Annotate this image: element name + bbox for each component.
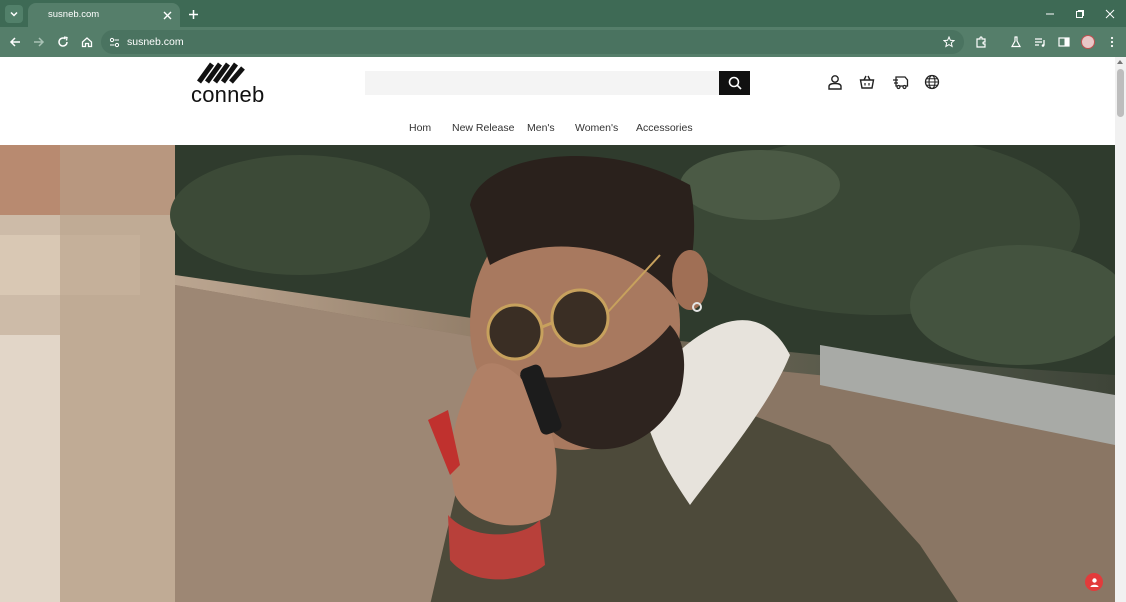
new-tab-button[interactable]	[185, 6, 201, 22]
tab-search-button[interactable]	[5, 5, 23, 23]
close-window-button[interactable]	[1102, 6, 1118, 22]
search-input[interactable]	[365, 71, 719, 95]
language-button[interactable]	[923, 73, 941, 91]
close-icon	[163, 11, 171, 19]
nav-item-womens[interactable]: Women's	[575, 122, 618, 134]
reload-button[interactable]	[55, 34, 71, 50]
globe-icon	[924, 74, 940, 90]
profile-avatar[interactable]	[1081, 35, 1095, 49]
flask-icon	[1010, 36, 1022, 48]
forward-button[interactable]	[31, 34, 47, 50]
nav-item-mens[interactable]: Men's	[527, 122, 555, 134]
cart-button[interactable]	[858, 73, 876, 91]
minimize-button[interactable]	[1042, 6, 1058, 22]
restore-icon	[1076, 10, 1084, 18]
labs-button[interactable]	[1008, 34, 1024, 50]
account-button[interactable]	[826, 73, 844, 91]
browser-tab[interactable]: susneb.com	[28, 3, 180, 27]
logo-mark-icon[interactable]	[197, 58, 251, 84]
side-panel-icon	[1058, 37, 1070, 47]
media-button[interactable]	[1032, 34, 1048, 50]
back-button[interactable]	[7, 34, 23, 50]
tab-title: susneb.com	[48, 9, 100, 20]
menu-button[interactable]	[1104, 34, 1120, 50]
nav-item-new-release[interactable]: New Release	[452, 122, 514, 134]
floating-help-button[interactable]	[1085, 573, 1103, 591]
site-settings-icon	[109, 37, 120, 48]
puzzle-icon	[976, 36, 986, 48]
hero-banner-image[interactable]	[0, 145, 1115, 602]
nav-item-home[interactable]: Hom	[409, 122, 431, 134]
tab-close-button[interactable]	[160, 8, 174, 22]
web-page: conneb Hom New Release Men's Women's Acc…	[0, 57, 1115, 602]
restore-button[interactable]	[1072, 6, 1088, 22]
search-icon	[728, 76, 742, 90]
more-vertical-icon	[1110, 36, 1114, 48]
reload-icon	[58, 36, 68, 47]
logo-text[interactable]: conneb	[191, 82, 264, 108]
chevron-down-icon	[10, 11, 18, 17]
main-navigation: Hom New Release Men's Women's Accessorie…	[0, 122, 1115, 136]
plus-icon	[188, 9, 198, 19]
hero-photo	[0, 145, 1115, 602]
scroll-up-arrow[interactable]	[1117, 60, 1123, 64]
arrow-right-icon	[34, 37, 45, 47]
extensions-button[interactable]	[973, 34, 989, 50]
close-icon	[1105, 9, 1115, 19]
browser-tab-strip: susneb.com	[0, 0, 1126, 27]
search-button[interactable]	[719, 71, 750, 95]
minimize-icon	[1046, 13, 1054, 15]
playlist-icon	[1035, 38, 1045, 47]
page-scrollbar[interactable]	[1115, 57, 1126, 602]
side-panel-button[interactable]	[1056, 34, 1072, 50]
home-icon	[81, 37, 93, 48]
nav-item-accessories[interactable]: Accessories	[636, 122, 693, 134]
browser-toolbar: susneb.com	[0, 27, 1126, 57]
arrow-left-icon	[9, 37, 20, 47]
scroll-thumb[interactable]	[1117, 69, 1124, 117]
support-agent-icon	[1090, 577, 1098, 587]
delivery-truck-icon	[892, 76, 908, 90]
shopping-basket-icon	[859, 75, 875, 89]
url-text: susneb.com	[127, 36, 184, 48]
star-icon[interactable]	[943, 36, 955, 48]
user-icon	[828, 75, 842, 90]
order-tracking-button[interactable]	[891, 73, 909, 91]
home-button[interactable]	[79, 34, 95, 50]
address-bar[interactable]: susneb.com	[101, 30, 964, 54]
